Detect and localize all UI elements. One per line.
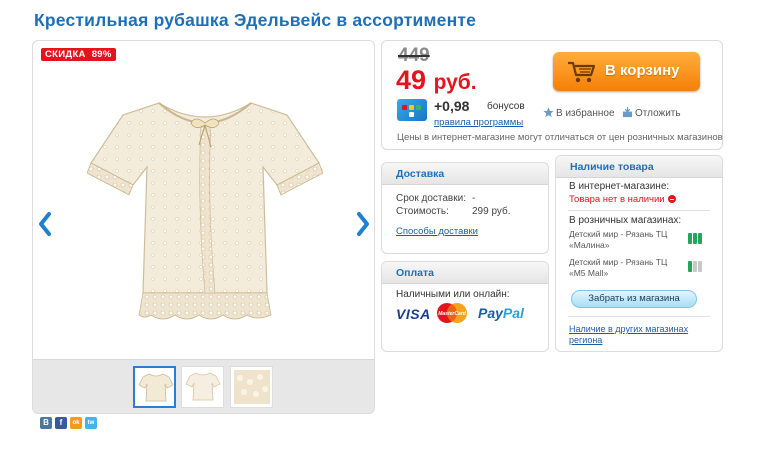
stock-level-indicator [688, 233, 703, 247]
cart-icon [568, 61, 596, 83]
store-name: Детский мир - Рязань ТЦ [569, 257, 668, 267]
divider [568, 316, 710, 317]
odnoklassniki-icon[interactable]: ok [70, 417, 82, 429]
delivery-cost-label: Стоимость: [396, 206, 449, 217]
bonus-label: бонусов [487, 101, 525, 112]
paypal-pal: Pal [502, 305, 524, 321]
bonus-card-icon [397, 99, 427, 121]
store-location: «M5 Mall» [569, 268, 609, 278]
retail-stock-label: В розничных магазинах: [569, 215, 682, 226]
add-to-favorites[interactable]: В избранное [543, 107, 615, 119]
other-stores-link-line2[interactable]: региона [569, 335, 602, 345]
store-item[interactable]: Детский мир - Рязань ТЦ «M5 Mall» [569, 257, 667, 279]
stock-level-indicator [688, 261, 703, 275]
price-value: 49 [396, 65, 427, 95]
thumbnail-2[interactable] [181, 366, 224, 408]
defer-label: Отложить [635, 108, 681, 119]
visa-logo: VISA [396, 306, 431, 322]
bookmark-icon [622, 107, 633, 118]
discount-label: СКИДКА [45, 49, 86, 60]
price-disclaimer: Цены в интернет-магазине могут отличатьс… [397, 132, 723, 143]
product-gallery: СКИДКА 89% [32, 40, 375, 414]
paypal-logo: PayPal [478, 305, 524, 321]
thumbnail-lace-image [234, 370, 270, 404]
stock-panel: Наличие товара В интернет-магазине: Това… [555, 155, 723, 352]
store-name: Детский мир - Рязань ТЦ [569, 229, 668, 239]
other-stores-link-line1[interactable]: Наличие в других магазинах [569, 324, 688, 334]
add-to-cart-button[interactable]: В корзину [553, 52, 700, 91]
price-box: 449 49 руб. +0,98 бонусов правила програ… [381, 40, 723, 150]
pickup-from-store-button[interactable]: Забрать из магазина [571, 290, 697, 308]
star-icon [543, 107, 554, 118]
no-entry-icon [667, 195, 676, 203]
old-price: 449 [398, 45, 430, 66]
thumbnail-shirt-image [138, 373, 174, 402]
payment-methods-text: Наличными или онлайн: [396, 289, 510, 300]
cart-button-label: В корзину [605, 62, 680, 79]
online-stock-label: В интернет-магазине: [569, 181, 670, 192]
product-title: Крестильная рубашка Эдельвейс в ассортим… [34, 10, 477, 30]
bonus-rules-link[interactable]: правила программы [434, 117, 523, 128]
mastercard-logo: MasterCard [437, 303, 467, 323]
payment-header: Оплата [382, 262, 548, 284]
defer-item[interactable]: Отложить [622, 107, 681, 119]
mastercard-text: MasterCard [438, 311, 466, 317]
online-stock-status: Товара нет в наличии [569, 194, 676, 205]
store-item[interactable]: Детский мир - Рязань ТЦ «Малина» [569, 229, 667, 251]
stock-header: Наличие товара [556, 156, 722, 178]
vk-icon[interactable]: В [40, 417, 52, 429]
other-stores-link[interactable]: Наличие в других магазинах региона [569, 324, 709, 346]
payment-panel: Оплата Наличными или онлайн: VISA Master… [381, 261, 549, 352]
discount-badge: СКИДКА 89% [41, 48, 116, 61]
thumbnail-shirt-image [185, 372, 221, 401]
chevron-left-icon[interactable] [37, 211, 53, 237]
delivery-panel: Доставка Срок доставки: - Стоимость: 299… [381, 162, 549, 254]
delivery-cost-value: 299 руб. [472, 206, 511, 217]
discount-value: 89% [91, 49, 112, 60]
thumbnail-1[interactable] [133, 366, 176, 408]
delivery-methods-link[interactable]: Способы доставки [396, 226, 478, 237]
paypal-pay: Pay [478, 305, 503, 321]
chevron-right-icon[interactable] [355, 211, 371, 237]
thumbnail-3[interactable] [230, 366, 273, 408]
favorites-label: В избранное [556, 108, 615, 119]
store-location: «Малина» [569, 240, 610, 250]
delivery-term-label: Срок доставки: [396, 193, 466, 204]
divider [568, 210, 710, 211]
delivery-term-value: - [472, 193, 476, 204]
current-price: 49 руб. [396, 65, 477, 96]
facebook-icon[interactable]: f [55, 417, 67, 429]
twitter-icon[interactable]: tw [85, 417, 97, 429]
delivery-header: Доставка [382, 163, 548, 185]
product-image [87, 102, 323, 320]
price-currency: руб. [433, 71, 477, 94]
thumbnail-strip [33, 359, 374, 413]
bonus-value: +0,98 [434, 98, 470, 114]
